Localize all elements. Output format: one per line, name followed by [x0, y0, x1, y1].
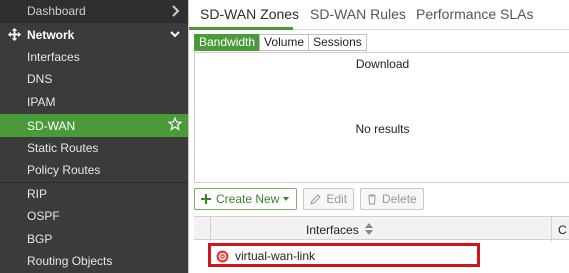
tab-performance-slas[interactable]: Performance SLAs: [416, 6, 534, 22]
active-tab-indicator: [189, 27, 293, 30]
sidebar-item-label: DNS: [27, 72, 53, 86]
sidebar-item-interfaces[interactable]: Interfaces: [0, 46, 188, 68]
interface-name: virtual-wan-link: [235, 249, 316, 263]
subtab-volume[interactable]: Volume: [259, 34, 310, 51]
chart-subtabs: Bandwidth Volume Sessions: [194, 34, 367, 51]
sd-wan-zone-icon: [216, 250, 229, 263]
sidebar-item-label: IPAM: [27, 95, 56, 109]
create-new-label: Create New: [216, 192, 280, 206]
sidebar-item-rip[interactable]: RIP: [0, 183, 188, 205]
sidebar-item-sd-wan[interactable]: SD-WAN: [0, 114, 188, 137]
trash-icon: [368, 194, 377, 204]
subtab-bandwidth[interactable]: Bandwidth: [194, 34, 261, 51]
table-row[interactable]: virtual-wan-link: [208, 243, 480, 267]
sidebar-item-ipam[interactable]: IPAM: [0, 91, 188, 113]
pencil-icon: [310, 193, 322, 205]
tab-sd-wan-zones[interactable]: SD-WAN Zones: [200, 6, 299, 22]
sidebar-item-label: RIP: [27, 187, 48, 201]
sidebar-item-network[interactable]: Network: [0, 23, 188, 46]
column-header-next[interactable]: C: [558, 223, 567, 237]
sidebar-item-dns[interactable]: DNS: [0, 68, 188, 90]
sidebar-item-label: SD-WAN: [27, 118, 76, 133]
edit-button[interactable]: Edit: [303, 188, 355, 210]
delete-label: Delete: [382, 192, 417, 206]
empty-state: No results: [355, 122, 410, 136]
star-icon[interactable]: [168, 117, 182, 131]
sidebar-item-label: OSPF: [27, 209, 60, 223]
tab-bar: SD-WAN Zones SD-WAN Rules Performance SL…: [189, 0, 569, 30]
sidebar-item-label: BGP: [27, 232, 53, 246]
table-header: Interfaces C: [194, 216, 569, 241]
caret-down-icon: [283, 197, 290, 201]
chevron-right-icon: [172, 5, 180, 17]
move-arrows-icon: [8, 28, 21, 41]
sidebar-item-dashboard[interactable]: Dashboard: [0, 0, 188, 22]
chevron-down-icon: [170, 31, 180, 38]
column-divider: [210, 217, 211, 241]
main-panel: SD-WAN Zones SD-WAN Rules Performance SL…: [188, 0, 569, 273]
sidebar-item-static-routes[interactable]: Static Routes: [0, 137, 188, 159]
sidebar-item-label: Interfaces: [27, 50, 80, 64]
delete-button[interactable]: Delete: [360, 188, 424, 210]
sidebar-item-bgp[interactable]: BGP: [0, 228, 188, 250]
toolbar: Create New Edit Delete: [194, 188, 430, 210]
tab-sd-wan-rules[interactable]: SD-WAN Rules: [310, 6, 406, 22]
sidebar-item-policy-routes[interactable]: Policy Routes: [0, 159, 188, 181]
chart-title: Download: [355, 57, 410, 71]
column-divider: [551, 217, 552, 241]
sidebar-item-label: Policy Routes: [27, 163, 101, 177]
sidebar-item-routing-objects[interactable]: Routing Objects: [0, 250, 188, 272]
sort-icon[interactable]: [365, 223, 373, 235]
sidebar-item-label: Routing Objects: [27, 254, 113, 268]
edit-label: Edit: [326, 192, 348, 206]
sidebar-item-label: Network: [27, 27, 75, 42]
sidebar-item-label: Dashboard: [27, 4, 86, 18]
sidebar: Dashboard Network Interfaces DNS IPAM SD…: [0, 0, 188, 273]
download-chart-panel: Download No results: [194, 52, 569, 183]
sidebar-item-ospf[interactable]: OSPF: [0, 205, 188, 227]
subtab-sessions[interactable]: Sessions: [308, 34, 367, 51]
column-header-interfaces[interactable]: Interfaces: [306, 223, 359, 237]
sidebar-item-label: Static Routes: [27, 141, 99, 155]
plus-icon: [201, 194, 211, 204]
create-new-button[interactable]: Create New: [194, 188, 298, 210]
